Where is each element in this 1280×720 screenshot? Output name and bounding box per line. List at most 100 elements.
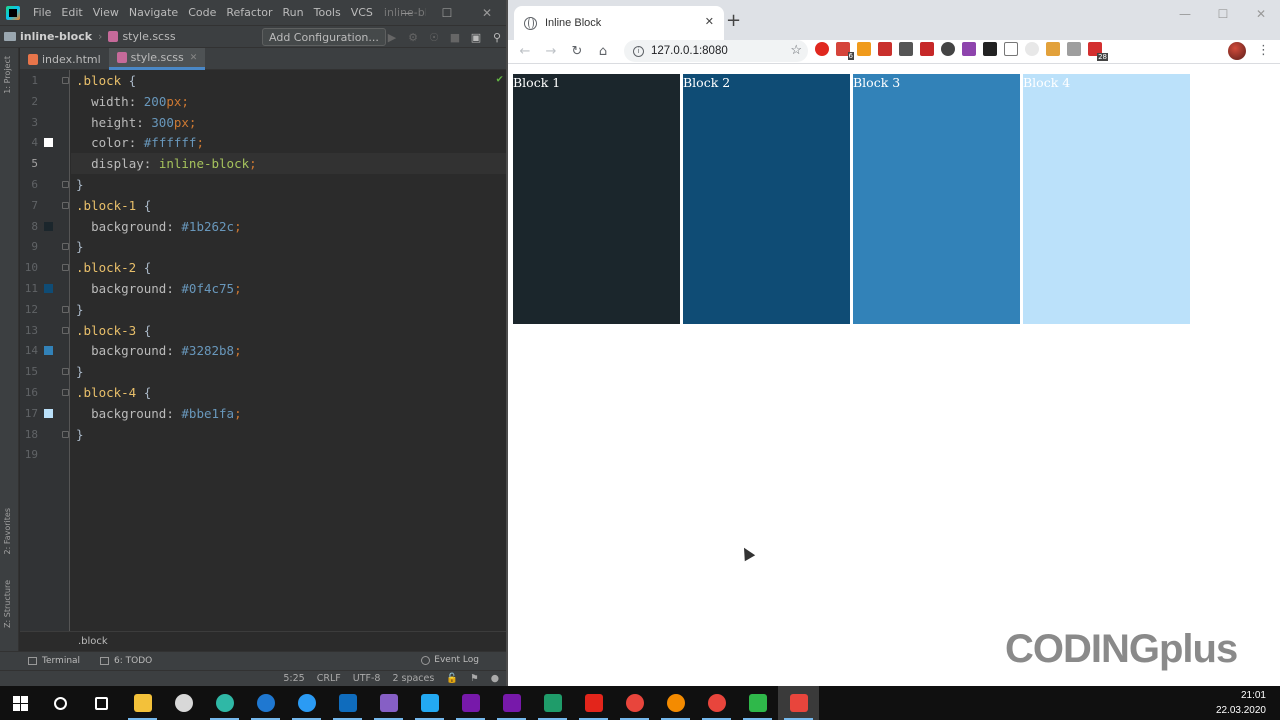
- run-icon[interactable]: ▶: [386, 31, 398, 44]
- menu-code[interactable]: Code: [183, 6, 221, 19]
- code-line[interactable]: }: [71, 299, 507, 320]
- extension-8-icon[interactable]: [962, 42, 976, 56]
- forward-icon[interactable]: →: [538, 44, 564, 59]
- fold-marker-icon[interactable]: [62, 326, 69, 334]
- menu-run[interactable]: Run: [278, 6, 309, 19]
- line-separator[interactable]: CRLF: [317, 673, 341, 684]
- code-line[interactable]: .block-2 {: [71, 257, 507, 278]
- taskbar-task-view-button[interactable]: [81, 686, 122, 720]
- extension-7-icon[interactable]: [941, 42, 955, 56]
- taskbar-search-button[interactable]: [40, 686, 81, 720]
- color-swatch-icon[interactable]: [44, 221, 53, 231]
- home-icon[interactable]: ⌂: [590, 44, 616, 59]
- fold-marker-icon[interactable]: [62, 264, 69, 272]
- maximize-icon[interactable]: ☐: [1204, 0, 1242, 28]
- taskbar-chrome-2-button[interactable]: [696, 686, 737, 720]
- code-line[interactable]: display: inline-block;: [71, 153, 507, 175]
- project-structure-icon[interactable]: ▣: [470, 31, 482, 44]
- structure-tool-tab[interactable]: Z: Structure: [3, 580, 12, 628]
- extension-3-icon[interactable]: [857, 42, 871, 56]
- close-icon[interactable]: ✕: [467, 0, 507, 25]
- taskbar-visual-studio-button[interactable]: [368, 686, 409, 720]
- indent-setting[interactable]: 2 spaces: [392, 673, 434, 684]
- profile-avatar[interactable]: [1228, 42, 1246, 60]
- new-tab-icon[interactable]: +: [726, 10, 741, 31]
- taskbar-edge-button[interactable]: [204, 686, 245, 720]
- code-line[interactable]: background: #0f4c75;: [71, 278, 507, 299]
- favorites-tool-tab[interactable]: 2: Favorites: [3, 508, 12, 554]
- code-line[interactable]: }: [71, 361, 507, 382]
- color-swatch-icon[interactable]: [44, 346, 53, 356]
- taskbar-outlook-button[interactable]: [327, 686, 368, 720]
- color-swatch-icon[interactable]: [44, 284, 53, 293]
- coverage-icon[interactable]: ☉: [428, 31, 440, 44]
- menu-dots-icon[interactable]: ⋮: [1257, 43, 1270, 58]
- code-line[interactable]: [71, 444, 507, 465]
- system-clock[interactable]: 21:01 22.03.2020: [1216, 688, 1266, 718]
- color-swatch-icon[interactable]: [44, 138, 53, 148]
- code-line[interactable]: background: #bbe1fa;: [71, 403, 507, 424]
- taskbar-edge-legacy-button[interactable]: [245, 686, 286, 720]
- minimize-icon[interactable]: —: [1166, 0, 1204, 28]
- reload-icon[interactable]: ↻: [564, 44, 590, 59]
- extension-10-icon[interactable]: [1004, 42, 1018, 56]
- extension-9-icon[interactable]: [983, 42, 997, 56]
- code-line[interactable]: }: [71, 424, 507, 445]
- extension-2-icon[interactable]: 6: [836, 42, 854, 60]
- fold-marker-icon[interactable]: [62, 430, 69, 438]
- code-line[interactable]: }: [71, 236, 507, 257]
- taskbar-vlc-button[interactable]: [655, 686, 696, 720]
- fold-marker-icon[interactable]: [62, 77, 69, 84]
- fold-marker-icon[interactable]: [62, 181, 69, 188]
- extension-14-icon[interactable]: 28: [1088, 42, 1108, 61]
- extension-13-icon[interactable]: [1067, 42, 1081, 56]
- taskbar-onenote-button[interactable]: [450, 686, 491, 720]
- code-line[interactable]: color: #ffffff;: [71, 132, 507, 153]
- code-editor[interactable]: ✔ .block { width: 200px; height: 300px; …: [71, 70, 507, 631]
- add-configuration-button[interactable]: Add Configuration...: [262, 28, 386, 46]
- fold-marker-icon[interactable]: [62, 389, 69, 396]
- code-line[interactable]: .block {: [71, 70, 507, 91]
- address-bar[interactable]: i 127.0.0.1:8080 ☆: [624, 40, 808, 62]
- taskbar-camtasia-button[interactable]: [778, 686, 819, 720]
- search-icon[interactable]: ⚲: [491, 31, 503, 44]
- extension-4-icon[interactable]: [878, 42, 892, 56]
- caret-position[interactable]: 5:25: [283, 673, 304, 684]
- taskbar-webstorm-button[interactable]: [532, 686, 573, 720]
- extension-6-icon[interactable]: [920, 42, 934, 56]
- taskbar-file-explorer-button[interactable]: [122, 686, 163, 720]
- site-info-icon[interactable]: i: [633, 45, 644, 57]
- taskbar-ie-button[interactable]: [286, 686, 327, 720]
- minimize-icon[interactable]: —: [387, 0, 427, 25]
- tab-close-icon[interactable]: ✕: [705, 15, 714, 28]
- tab-style-scss[interactable]: style.scss ✕: [108, 48, 206, 70]
- code-line[interactable]: .block-3 {: [71, 320, 507, 341]
- start-button[interactable]: [0, 686, 40, 720]
- code-line[interactable]: }: [71, 174, 507, 195]
- code-line[interactable]: width: 200px;: [71, 91, 507, 112]
- code-line[interactable]: background: #3282b8;: [71, 340, 507, 361]
- taskbar-vscode-button[interactable]: [409, 686, 450, 720]
- opera-extension-icon[interactable]: [815, 42, 829, 56]
- close-icon[interactable]: ✕: [1242, 0, 1280, 28]
- bookmark-star-icon[interactable]: ☆: [790, 42, 802, 58]
- stop-icon[interactable]: ■: [449, 31, 461, 44]
- project-tool-tab[interactable]: 1: Project: [3, 56, 12, 94]
- code-line[interactable]: background: #1b262c;: [71, 216, 507, 237]
- maximize-icon[interactable]: ☐: [427, 0, 467, 25]
- event-log-button[interactable]: Event Log: [421, 655, 479, 665]
- extension-12-icon[interactable]: [1046, 42, 1060, 56]
- taskbar-acrobat-button[interactable]: [573, 686, 614, 720]
- memory-icon[interactable]: ●: [491, 673, 499, 684]
- color-swatch-icon[interactable]: [44, 408, 53, 418]
- browser-tab-inline-block[interactable]: Inline Block ✕: [514, 6, 724, 40]
- fold-marker-icon[interactable]: [62, 305, 69, 313]
- code-breadcrumb[interactable]: .block: [20, 631, 507, 651]
- fold-marker-icon[interactable]: [62, 201, 69, 209]
- tab-index-html[interactable]: index.html: [20, 48, 109, 70]
- code-line[interactable]: height: 300px;: [71, 112, 507, 133]
- code-line[interactable]: .block-1 {: [71, 195, 507, 216]
- fold-marker-icon[interactable]: [62, 368, 69, 376]
- debug-icon[interactable]: ⚙: [407, 31, 419, 44]
- taskbar-app-8-button[interactable]: [163, 686, 204, 720]
